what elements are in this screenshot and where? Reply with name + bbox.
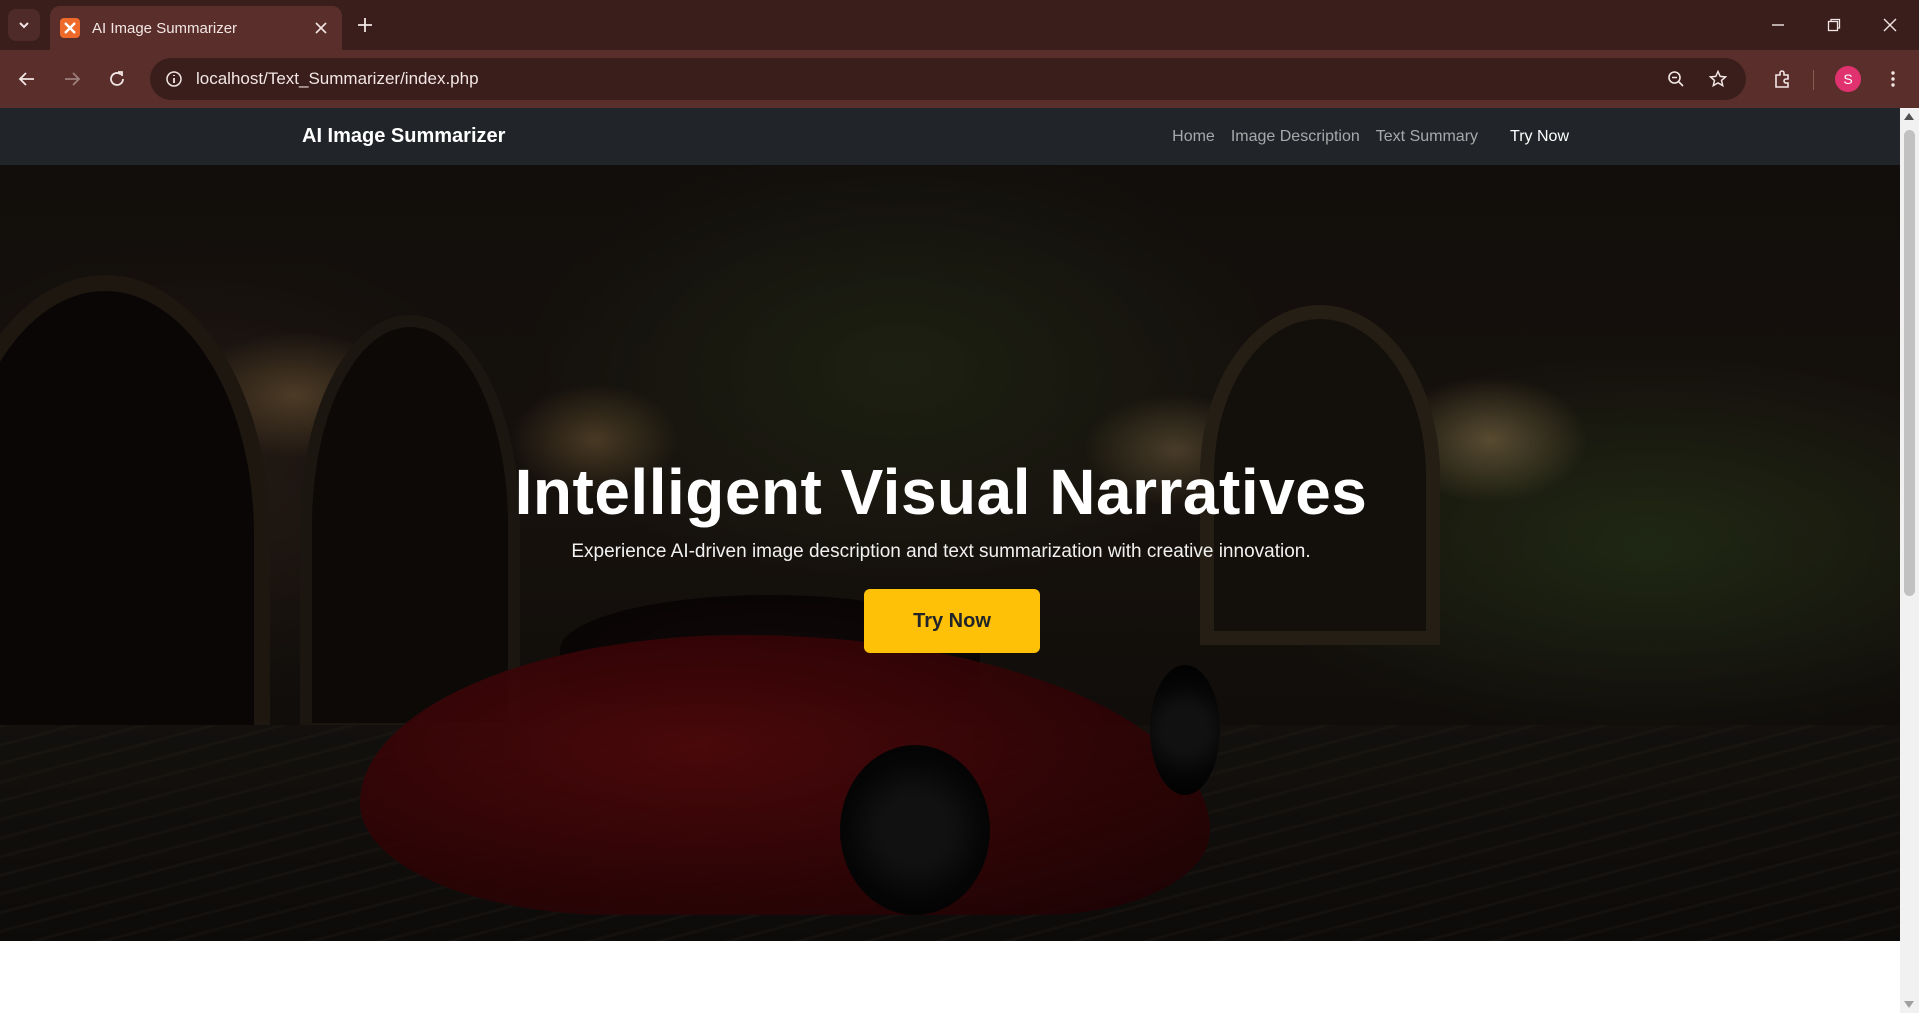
site-navbar: AI Image Summarizer Home Image Descripti… [0,108,1900,165]
close-window-button[interactable] [1862,0,1918,50]
tab-title: AI Image Summarizer [92,19,238,37]
nav-link-home[interactable]: Home [1164,128,1223,146]
browser-menu-button[interactable] [1876,62,1910,96]
arrow-right-icon [65,72,81,86]
scroll-down-arrow-icon[interactable] [1904,1001,1914,1008]
zoom-icon[interactable] [1660,63,1692,95]
kebab-menu-icon [1891,71,1895,87]
nav-link-try-now[interactable]: Try Now [1502,128,1577,146]
back-button[interactable] [10,62,44,96]
bookmark-star-icon[interactable] [1702,63,1734,95]
hero-subtitle: Experience AI-driven image description a… [571,541,1311,562]
tab-search-button[interactable] [8,9,40,41]
address-bar[interactable]: localhost/Text_Summarizer/index.php [150,58,1746,100]
url-text[interactable]: localhost/Text_Summarizer/index.php [196,58,479,100]
new-tab-button[interactable] [351,11,379,39]
nav-links: Home Image Description Text Summary Try … [1164,108,1577,165]
hero-try-now-button[interactable]: Try Now [864,589,1040,653]
hero-content: Intelligent Visual Narratives Experience… [0,165,1900,941]
tab-strip: AI Image Summarizer [0,0,1919,50]
xampp-favicon-icon [60,18,80,38]
site-info-icon[interactable] [158,63,190,95]
browser-tab-active[interactable]: AI Image Summarizer [50,6,342,50]
site-brand[interactable]: AI Image Summarizer [302,108,505,165]
arrow-left-icon [18,72,34,86]
scrollbar-thumb[interactable] [1904,130,1915,596]
browser-toolbar: localhost/Text_Summarizer/index.php S [0,50,1919,108]
minimize-button[interactable] [1750,0,1806,50]
close-icon [1883,18,1897,32]
scroll-up-arrow-icon[interactable] [1904,113,1914,120]
profile-button[interactable]: S [1831,62,1865,96]
forward-button[interactable] [55,62,89,96]
nav-link-image-description[interactable]: Image Description [1223,128,1368,146]
avatar: S [1835,66,1861,92]
plus-icon [358,18,372,32]
page-scrollbar[interactable] [1900,108,1919,1013]
tab-close-icon[interactable] [310,17,332,39]
extensions-icon[interactable] [1765,62,1799,96]
hero-section: Intelligent Visual Narratives Experience… [0,165,1900,941]
page-viewport: AI Image Summarizer Home Image Descripti… [0,108,1900,1013]
chevron-down-icon [19,22,29,29]
nav-link-text-summary[interactable]: Text Summary [1368,128,1486,146]
reload-icon [110,71,124,86]
restore-button[interactable] [1806,0,1862,50]
minimize-icon [1772,24,1784,26]
restore-icon [1827,18,1841,32]
toolbar-divider [1813,70,1814,90]
reload-button[interactable] [100,62,134,96]
hero-title: Intelligent Visual Narratives [514,456,1368,528]
